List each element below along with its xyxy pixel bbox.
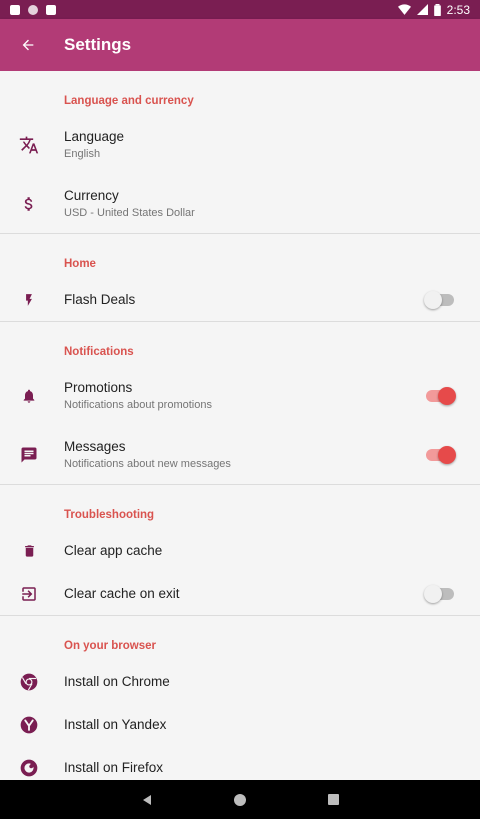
section-home: Home Flash Deals [0,234,480,322]
dollar-icon [24,196,33,211]
section-header: Home [64,258,96,270]
language-label: Language [64,129,125,144]
promotions-label: Promotions [64,380,133,395]
flash-deals-label: Flash Deals [64,292,136,307]
trash-icon [24,544,34,557]
messages-label: Messages [64,439,126,454]
messages-setting[interactable]: Messages Notifications about new message… [0,425,480,484]
section-browser: On your browser Install on Chrome Instal… [0,616,480,780]
page-title: Settings [64,35,132,54]
currency-value: USD - United States Dollar [64,207,195,219]
install-yandex-label: Install on Yandex [64,717,167,732]
section-header: On your browser [64,640,157,652]
signal-icon [416,4,428,15]
toggle-knob [438,386,456,405]
messages-description: Notifications about new messages [64,458,231,470]
bell-icon [23,389,35,403]
app-bar: Settings [0,19,480,71]
install-yandex-item[interactable]: Install on Yandex [0,703,480,746]
settings-list[interactable]: Language and currency Language English C… [0,71,480,780]
toggle-knob [438,445,456,464]
nav-back-button[interactable] [135,788,159,812]
promotions-description: Notifications about promotions [64,399,212,411]
language-setting[interactable]: Language English [0,115,480,174]
messages-toggle[interactable] [426,445,456,464]
nav-home-button[interactable] [228,788,252,812]
clock: 2:53 [446,2,470,17]
flash-deals-toggle[interactable] [424,290,454,309]
install-firefox-item[interactable]: Install on Firefox [0,746,480,780]
flash-deals-setting[interactable]: Flash Deals [0,278,480,321]
notification-a-icon [10,4,20,15]
clear-on-exit-toggle[interactable] [424,584,454,603]
square-recents-icon [327,794,339,805]
notification-circle-icon [28,4,38,15]
sd-card-icon [46,4,56,15]
section-language-currency: Language and currency Language English C… [0,71,480,234]
section-troubleshooting: Troubleshooting Clear app cache Clear ca… [0,485,480,616]
wifi-icon [397,4,411,15]
toggle-knob [424,584,442,603]
promotions-toggle[interactable] [426,386,456,405]
promotions-setting[interactable]: Promotions Notifications about promotion… [0,366,480,425]
install-firefox-label: Install on Firefox [64,760,164,775]
arrow-back-icon [22,39,34,51]
exit-icon [22,586,36,601]
navigation-bar [0,780,480,819]
clear-on-exit-setting[interactable]: Clear cache on exit [0,572,480,615]
clear-cache-label: Clear app cache [64,543,163,558]
install-chrome-item[interactable]: Install on Chrome [0,660,480,703]
section-header: Notifications [64,346,134,358]
nav-recents-button[interactable] [321,788,345,812]
status-bar: 2:53 [0,0,480,19]
currency-setting[interactable]: Currency USD - United States Dollar [0,174,480,233]
yandex-icon [20,716,38,733]
battery-icon [433,3,441,16]
firefox-icon [20,759,38,776]
section-header: Troubleshooting [64,509,155,521]
translate-icon [19,136,39,153]
section-notifications: Notifications Promotions Notifications a… [0,322,480,485]
section-header: Language and currency [64,95,194,107]
install-chrome-label: Install on Chrome [64,674,170,689]
message-icon [21,447,37,462]
chrome-icon [20,673,38,690]
triangle-back-icon [142,794,151,805]
clear-on-exit-label: Clear cache on exit [64,586,180,601]
circle-home-icon [233,793,246,806]
language-value: English [64,148,101,160]
clear-cache-setting[interactable]: Clear app cache [0,529,480,572]
back-button[interactable] [0,19,56,71]
currency-label: Currency [64,188,119,203]
flash-icon [26,293,32,306]
toggle-knob [424,290,442,309]
